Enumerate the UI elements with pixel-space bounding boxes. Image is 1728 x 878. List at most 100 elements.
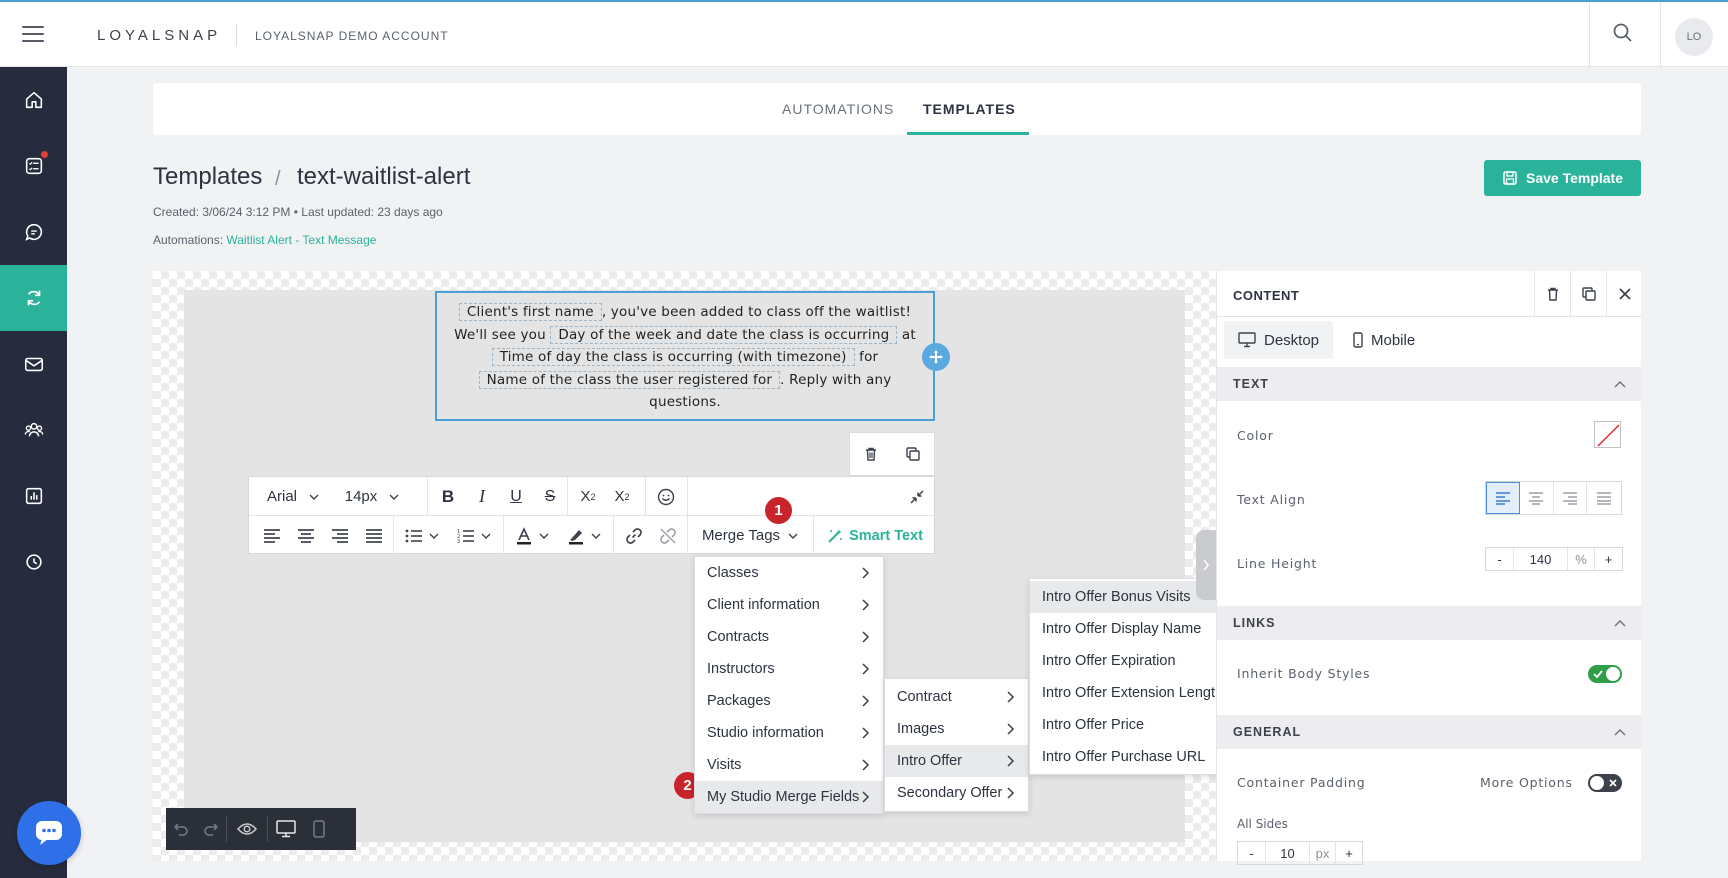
trash-icon[interactable] (863, 446, 879, 462)
move-handle-icon[interactable] (922, 343, 950, 371)
menu-item-intro-offer-expiration[interactable]: Intro Offer Expiration (1030, 645, 1231, 677)
align-right-icon[interactable] (1554, 482, 1588, 514)
menu-item-intro-offer-price[interactable]: Intro Offer Price (1030, 709, 1231, 741)
save-template-button[interactable]: Save Template (1484, 160, 1641, 196)
justify-icon[interactable] (357, 516, 391, 555)
preview-eye-icon[interactable] (227, 808, 267, 850)
sidebar-item-home[interactable] (0, 67, 67, 133)
message-text: at (901, 326, 916, 343)
menu-item-instructors[interactable]: Instructors (695, 653, 883, 685)
desktop-preview-icon[interactable] (268, 808, 304, 850)
search-icon[interactable] (1612, 22, 1638, 48)
brand-logo[interactable]: LOYALSNAP (97, 27, 221, 44)
hamburger-menu-icon[interactable] (22, 26, 44, 42)
breadcrumb-templates[interactable]: Templates (153, 163, 262, 191)
tab-automations[interactable]: AUTOMATIONS (782, 101, 894, 117)
menu-item-visits[interactable]: Visits (695, 749, 883, 781)
justify-icon[interactable] (1587, 482, 1621, 514)
menu-item-contract[interactable]: Contract (885, 681, 1028, 713)
merge-tag-day[interactable]: Day of the week and date the class is oc… (550, 325, 898, 344)
tab-mobile[interactable]: Mobile (1339, 321, 1429, 359)
unlink-icon[interactable] (651, 516, 685, 555)
merge-tag-time[interactable]: Time of day the class is occurring (with… (491, 348, 855, 366)
sidebar-item-history[interactable] (0, 529, 67, 595)
text-block[interactable]: Client's first name, you've been added t… (435, 291, 935, 421)
section-text[interactable]: TEXT (1217, 367, 1642, 401)
chevron-right-icon (862, 727, 870, 739)
collapse-icon[interactable] (899, 477, 935, 516)
sidebar-item-tasks[interactable] (0, 133, 67, 199)
mobile-preview-icon[interactable] (304, 808, 334, 850)
emoji-icon[interactable] (647, 477, 685, 516)
link-icon[interactable] (617, 516, 651, 555)
sidebar-item-email[interactable] (0, 331, 67, 397)
align-right-icon[interactable] (323, 516, 357, 555)
menu-item-label: Images (897, 721, 945, 737)
more-options-toggle[interactable] (1588, 774, 1622, 792)
numbered-list-button[interactable]: 123 (449, 516, 499, 555)
menu-item-contracts[interactable]: Contracts (695, 621, 883, 653)
automation-link[interactable]: Waitlist Alert - Text Message (226, 233, 376, 247)
delete-block-button[interactable] (1534, 271, 1570, 316)
bullet-list-button[interactable] (397, 516, 447, 555)
padding-decrease-button[interactable]: - (1238, 842, 1266, 864)
sidebar-item-messages[interactable] (0, 199, 67, 265)
avatar[interactable]: LO (1675, 18, 1713, 56)
tab-desktop[interactable]: Desktop (1224, 321, 1334, 359)
line-height-decrease-button[interactable]: - (1486, 548, 1514, 570)
menu-item-intro-offer-display-name[interactable]: Intro Offer Display Name (1030, 613, 1231, 645)
menu-item-client-information[interactable]: Client information (695, 589, 883, 621)
chat-support-button[interactable] (17, 801, 81, 865)
menu-item-label: Visits (707, 757, 742, 773)
subscript-icon[interactable]: X2 (605, 477, 639, 516)
text-color-button[interactable] (507, 516, 557, 555)
duplicate-icon[interactable] (905, 446, 921, 462)
align-center-icon[interactable] (289, 516, 323, 555)
redo-icon[interactable] (196, 808, 226, 850)
align-left-icon[interactable] (1486, 482, 1520, 514)
tab-templates[interactable]: TEMPLATES (923, 101, 1016, 117)
duplicate-block-button[interactable] (1570, 271, 1606, 316)
chevron-down-icon (539, 533, 549, 539)
section-general[interactable]: GENERAL (1217, 715, 1642, 749)
mail-icon (24, 357, 43, 372)
section-links[interactable]: LINKS (1217, 606, 1642, 640)
menu-item-my-studio-merge-fields[interactable]: My Studio Merge Fields (695, 781, 883, 813)
undo-icon[interactable] (166, 808, 196, 850)
bold-icon[interactable]: B (431, 477, 465, 516)
italic-icon[interactable]: I (465, 477, 499, 516)
superscript-icon[interactable]: X2 (571, 477, 605, 516)
menu-item-intro-offer-purchase-url[interactable]: Intro Offer Purchase URL (1030, 741, 1231, 773)
panel-toggle-tab[interactable] (1196, 530, 1216, 600)
merge-tag-first-name[interactable]: Client's first name (458, 303, 602, 321)
menu-item-secondary-offer[interactable]: Secondary Offer (885, 777, 1028, 809)
sidebar-item-automations[interactable] (0, 265, 67, 331)
inherit-body-styles-toggle[interactable] (1588, 665, 1622, 683)
padding-input[interactable]: 10 (1266, 842, 1310, 864)
menu-item-packages[interactable]: Packages (695, 685, 883, 717)
align-center-icon[interactable] (1520, 482, 1554, 514)
menu-item-classes[interactable]: Classes (695, 557, 883, 589)
merge-tags-dropdown[interactable]: Merge Tags (689, 516, 811, 555)
menu-item-images[interactable]: Images (885, 713, 1028, 745)
underline-icon[interactable]: U (499, 477, 533, 516)
line-height-increase-button[interactable]: + (1595, 548, 1622, 570)
line-height-input[interactable]: 140 (1514, 548, 1568, 570)
padding-increase-button[interactable]: + (1336, 842, 1362, 864)
sidebar-item-reports[interactable] (0, 463, 67, 529)
smart-text-button[interactable]: Smart Text (815, 516, 935, 555)
font-family-select[interactable]: Arial (249, 477, 337, 516)
font-size-select[interactable]: 14px (337, 477, 407, 516)
bar-chart-icon (25, 487, 42, 505)
strikethrough-icon[interactable]: S (533, 477, 567, 516)
highlight-button[interactable] (559, 516, 609, 555)
sidebar-item-clients[interactable] (0, 397, 67, 463)
align-left-icon[interactable] (255, 516, 289, 555)
tab-desktop-label: Desktop (1264, 331, 1320, 349)
menu-item-studio-information[interactable]: Studio information (695, 717, 883, 749)
menu-item-intro-offer[interactable]: Intro Offer (885, 745, 1028, 777)
menu-item-intro-offer-extension-length[interactable]: Intro Offer Extension Length (1030, 677, 1231, 709)
color-picker[interactable] (1594, 421, 1621, 448)
merge-tag-class[interactable]: Name of the class the user registered fo… (478, 370, 781, 389)
close-panel-button[interactable] (1606, 271, 1642, 316)
